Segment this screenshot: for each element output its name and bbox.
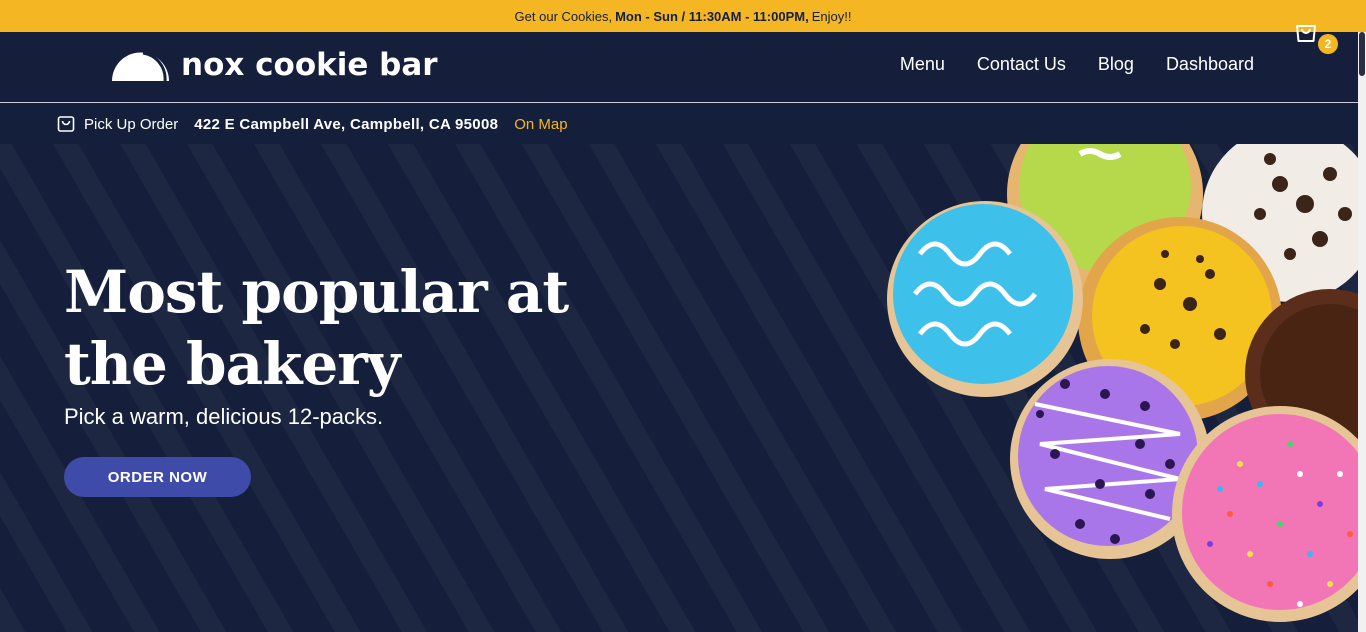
site-header: nox cookie bar Menu Contact Us Blog Dash… bbox=[0, 32, 1358, 103]
announcement-bar: Get our Cookies, Mon - Sun / 11:30AM - 1… bbox=[0, 0, 1366, 32]
hero-section: Most popular at the bakery Pick a warm, … bbox=[0, 144, 1358, 632]
nav-item-contact-us[interactable]: Contact Us bbox=[977, 54, 1066, 75]
main-nav: Menu Contact Us Blog Dashboard bbox=[900, 54, 1254, 75]
scrollbar-thumb[interactable] bbox=[1359, 32, 1365, 76]
hero-title: Most popular at the bakery bbox=[64, 256, 624, 400]
hero-title-line1: Most popular at bbox=[64, 258, 569, 326]
announcement-prefix: Get our Cookies, bbox=[514, 8, 613, 24]
order-now-button[interactable]: ORDER NOW bbox=[64, 457, 251, 497]
announcement-suffix: Enjoy!! bbox=[811, 8, 852, 24]
announcement-hours: Mon - Sun / 11:30AM - 11:00PM, bbox=[615, 8, 809, 24]
nav-item-dashboard[interactable]: Dashboard bbox=[1166, 54, 1254, 75]
pickup-address: 422 E Campbell Ave, Campbell, CA 95008 bbox=[194, 115, 499, 133]
hero-title-line2: the bakery bbox=[64, 330, 401, 398]
nav-item-blog[interactable]: Blog bbox=[1098, 54, 1134, 75]
cart-count-badge: 2 bbox=[1318, 34, 1338, 54]
donuts-image bbox=[887, 144, 1358, 622]
on-map-link[interactable]: On Map bbox=[514, 116, 567, 133]
pickup-bar: Pick Up Order 422 E Campbell Ave, Campbe… bbox=[0, 104, 1358, 144]
hero-subtitle: Pick a warm, delicious 12-packs. bbox=[64, 404, 384, 429]
brand-name: nox cookie bar bbox=[181, 47, 438, 83]
shopping-bag-icon[interactable] bbox=[1293, 18, 1319, 44]
pickup-label: Pick Up Order bbox=[84, 115, 179, 133]
nav-item-menu[interactable]: Menu bbox=[900, 54, 945, 75]
logo-mark-icon bbox=[112, 51, 169, 81]
brand-logo[interactable]: nox cookie bar bbox=[112, 47, 438, 83]
pickup-bag-icon bbox=[57, 116, 75, 132]
scrollbar-track[interactable] bbox=[1358, 32, 1366, 632]
